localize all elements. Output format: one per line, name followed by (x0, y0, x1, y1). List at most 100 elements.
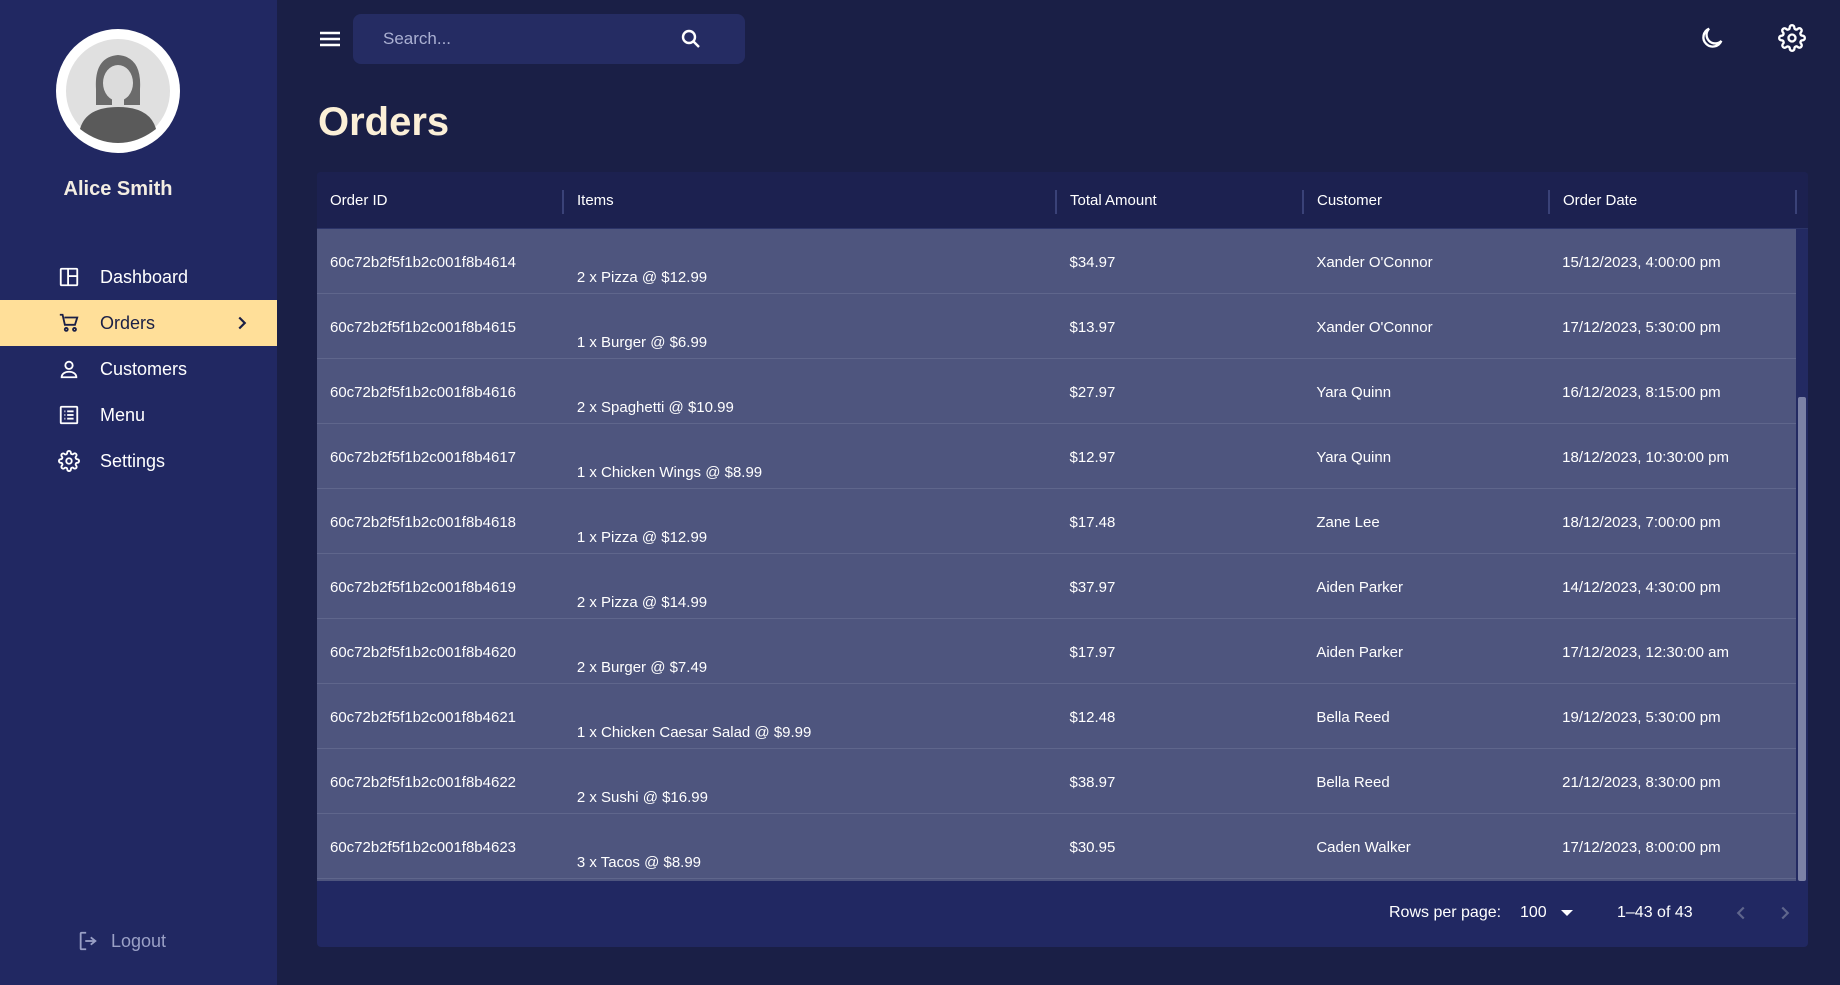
total-cell: $37.97 (1069, 579, 1116, 596)
scrollbar-thumb[interactable] (1798, 397, 1806, 881)
date-cell: 19/12/2023, 5:30:00 pm (1562, 709, 1721, 726)
customer-cell: Xander O'Connor (1316, 254, 1433, 271)
date-cell: 15/12/2023, 4:00:00 pm (1562, 254, 1721, 271)
table-pagination: Rows per page: 100 1–43 of 43 (317, 881, 1808, 947)
items-cell: 2 x Spaghetti @ $10.99 (576, 399, 734, 416)
total-cell: $12.48 (1069, 709, 1116, 726)
customer-cell: Xander O'Connor (1316, 319, 1433, 336)
search-bar (353, 14, 745, 64)
table-row[interactable]: 60c72b2f5f1b2c001f8b4616 2 x Spaghetti @… (317, 359, 1796, 424)
table-row[interactable]: 60c72b2f5f1b2c001f8b4617 1 x Chicken Win… (317, 424, 1796, 489)
table-body: 60c72b2f5f1b2c001f8b4614 2 x Pizza @ $12… (317, 229, 1796, 881)
sidebar-item-orders[interactable]: Orders (0, 300, 277, 346)
order-id-cell: 60c72b2f5f1b2c001f8b4618 (330, 514, 517, 531)
items-cell: 2 x Burger @ $7.49 (576, 659, 708, 676)
next-page-icon[interactable] (1774, 902, 1796, 924)
date-cell: 17/12/2023, 12:30:00 am (1562, 644, 1729, 661)
column-header-order-date[interactable]: Order Date (1550, 172, 1797, 229)
order-id-cell: 60c72b2f5f1b2c001f8b4614 (330, 254, 517, 271)
sidebar-item-customers[interactable]: Customers (0, 346, 277, 392)
items-cell: 1 x Burger @ $6.99 (576, 334, 708, 351)
customer-cell: Aiden Parker (1316, 644, 1404, 661)
column-header-total-amount[interactable]: Total Amount (1057, 172, 1304, 229)
table-row[interactable]: 60c72b2f5f1b2c001f8b4623 3 x Tacos @ $8.… (317, 814, 1796, 879)
previous-page-icon[interactable] (1730, 902, 1752, 924)
date-cell: 16/12/2023, 8:15:00 pm (1562, 384, 1721, 401)
logout-label: Logout (111, 930, 167, 951)
order-id-cell: 60c72b2f5f1b2c001f8b4623 (330, 839, 517, 856)
table-row[interactable]: 60c72b2f5f1b2c001f8b4615 1 x Burger @ $6… (317, 294, 1796, 359)
table-scrollbar[interactable] (1796, 229, 1808, 881)
rows-per-page-value: 100 (1520, 904, 1547, 921)
sidebar-nav: Dashboard Orders Customers Menu Settings (0, 254, 277, 484)
customer-cell: Bella Reed (1316, 709, 1390, 726)
sidebar-item-label: Menu (100, 404, 146, 425)
menu-icon[interactable] (317, 27, 343, 51)
caret-down-icon (1560, 910, 1573, 916)
total-cell: $38.97 (1069, 774, 1116, 791)
cart-icon (58, 312, 80, 334)
order-id-cell: 60c72b2f5f1b2c001f8b4615 (330, 319, 517, 336)
settings-gear-icon[interactable] (1778, 24, 1806, 52)
search-icon[interactable] (679, 27, 703, 51)
order-id-cell: 60c72b2f5f1b2c001f8b4619 (330, 579, 517, 596)
date-cell: 14/12/2023, 4:30:00 pm (1562, 579, 1721, 596)
table-row[interactable]: 60c72b2f5f1b2c001f8b4621 1 x Chicken Cae… (317, 684, 1796, 749)
order-id-cell: 60c72b2f5f1b2c001f8b4617 (330, 449, 517, 466)
items-cell: 3 x Tacos @ $8.99 (576, 854, 702, 871)
search-input[interactable] (383, 29, 673, 49)
date-cell: 17/12/2023, 5:30:00 pm (1562, 319, 1721, 336)
sidebar-item-menu[interactable]: Menu (0, 392, 277, 438)
sidebar-item-label: Orders (100, 312, 156, 333)
column-header-items[interactable]: Items (564, 172, 1057, 229)
order-id-cell: 60c72b2f5f1b2c001f8b4616 (330, 384, 517, 401)
total-cell: $30.95 (1069, 839, 1116, 856)
table-row[interactable]: 60c72b2f5f1b2c001f8b4618 1 x Pizza @ $12… (317, 489, 1796, 554)
customer-cell: Caden Walker (1316, 839, 1411, 856)
rows-per-page-select[interactable]: 100 (1520, 904, 1573, 922)
logout-button[interactable]: Logout (77, 930, 166, 952)
user-name: Alice Smith (63, 178, 173, 200)
chevron-right-icon (238, 316, 247, 330)
table-row[interactable]: 60c72b2f5f1b2c001f8b4619 2 x Pizza @ $14… (317, 554, 1796, 619)
user-avatar-icon (66, 39, 170, 143)
total-cell: $34.97 (1069, 254, 1116, 271)
pagination-range: 1–43 of 43 (1617, 904, 1693, 921)
table-row[interactable]: 60c72b2f5f1b2c001f8b4614 2 x Pizza @ $12… (317, 229, 1796, 294)
table-header: Order ID Items Total Amount Customer Ord… (317, 172, 1808, 229)
total-cell: $12.97 (1069, 449, 1116, 466)
sidebar-item-label: Dashboard (100, 266, 189, 287)
order-id-cell: 60c72b2f5f1b2c001f8b4620 (330, 644, 517, 661)
table-row[interactable]: 60c72b2f5f1b2c001f8b4622 2 x Sushi @ $16… (317, 749, 1796, 814)
total-cell: $17.97 (1069, 644, 1116, 661)
items-cell: 1 x Pizza @ $12.99 (576, 529, 708, 546)
person-icon (58, 358, 80, 380)
orders-table: Order ID Items Total Amount Customer Ord… (317, 172, 1808, 947)
avatar (56, 29, 180, 153)
date-cell: 17/12/2023, 8:00:00 pm (1562, 839, 1721, 856)
gear-icon (58, 450, 80, 472)
date-cell: 18/12/2023, 7:00:00 pm (1562, 514, 1721, 531)
customer-cell: Zane Lee (1316, 514, 1380, 531)
page-title: Orders (318, 100, 450, 144)
customer-cell: Yara Quinn (1316, 384, 1392, 401)
sidebar-item-label: Customers (100, 358, 188, 379)
items-cell: 2 x Sushi @ $16.99 (576, 789, 708, 806)
sidebar-item-label: Settings (100, 450, 166, 471)
list-icon (58, 404, 80, 426)
items-cell: 2 x Pizza @ $14.99 (576, 594, 708, 611)
customer-cell: Aiden Parker (1316, 579, 1404, 596)
rows-per-page-label: Rows per page: (1389, 904, 1502, 921)
items-cell: 1 x Chicken Caesar Salad @ $9.99 (576, 724, 812, 741)
logout-icon (79, 931, 97, 951)
date-cell: 21/12/2023, 8:30:00 pm (1562, 774, 1721, 791)
sidebar-item-settings[interactable]: Settings (0, 438, 277, 484)
table-row[interactable]: 60c72b2f5f1b2c001f8b4620 2 x Burger @ $7… (317, 619, 1796, 684)
column-header-customer[interactable]: Customer (1304, 172, 1550, 229)
sidebar-item-dashboard[interactable]: Dashboard (0, 254, 277, 300)
total-cell: $27.97 (1069, 384, 1116, 401)
order-id-cell: 60c72b2f5f1b2c001f8b4622 (330, 774, 517, 791)
column-header-order-id[interactable]: Order ID (317, 172, 564, 229)
dashboard-icon (58, 266, 80, 288)
dark-mode-icon[interactable] (1698, 24, 1726, 52)
